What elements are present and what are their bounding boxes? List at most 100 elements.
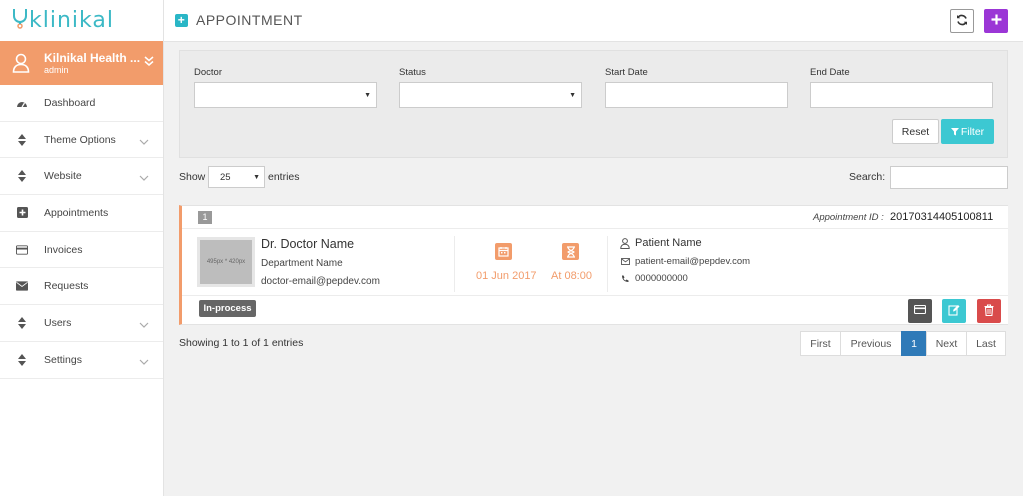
header: + APPOINTMENT bbox=[164, 0, 1023, 42]
page-next-button[interactable]: Next bbox=[926, 331, 967, 356]
sidebar-item-label: Website bbox=[44, 170, 82, 183]
patient-name: Patient Name bbox=[635, 237, 702, 249]
calendar-icon bbox=[495, 243, 512, 260]
appointment-date: 01 Jun 2017 bbox=[476, 270, 537, 282]
appointment-time: At 08:00 bbox=[551, 270, 592, 282]
doctor-label: Doctor bbox=[194, 67, 222, 78]
caret-down-icon: ▼ bbox=[569, 92, 576, 99]
divider bbox=[454, 236, 455, 292]
search-label: Search: bbox=[849, 171, 886, 183]
sort-icon bbox=[16, 170, 28, 183]
user-profile[interactable]: Kilnikal Health ... admin bbox=[0, 41, 163, 85]
envelope-icon bbox=[16, 280, 28, 292]
chevron-double-down-icon[interactable] bbox=[143, 55, 155, 70]
doctor-name: Dr. Doctor Name bbox=[261, 237, 355, 251]
row-index: 1 bbox=[198, 211, 212, 224]
end-date-input[interactable] bbox=[810, 82, 993, 108]
divider bbox=[182, 295, 1008, 296]
filter-button[interactable]: Filter bbox=[941, 119, 994, 144]
user-icon bbox=[620, 237, 630, 249]
profile-role: admin bbox=[44, 64, 69, 75]
sort-icon bbox=[16, 353, 28, 366]
plus-square-icon bbox=[16, 207, 28, 219]
entries-label: entries bbox=[268, 171, 300, 183]
filter-icon bbox=[950, 127, 959, 136]
appointment-id-value: 20170314405100811 bbox=[890, 211, 994, 223]
sidebar-item-users[interactable]: Users bbox=[0, 305, 163, 342]
envelope-icon bbox=[620, 257, 630, 267]
patient-email: patient-email@pepdev.com bbox=[635, 256, 751, 267]
sidebar-item-dashboard[interactable]: Dashboard bbox=[0, 85, 163, 122]
logo[interactable]: klinikal bbox=[0, 0, 163, 41]
doctor-select[interactable]: ▼ bbox=[194, 82, 377, 108]
sidebar-item-website[interactable]: Website bbox=[0, 158, 163, 196]
caret-down-icon: ▼ bbox=[364, 92, 371, 99]
caret-down-icon: ▼ bbox=[253, 174, 260, 181]
divider bbox=[182, 228, 1008, 229]
plus-icon bbox=[991, 12, 1002, 30]
patient-email-row: patient-email@pepdev.com bbox=[620, 256, 750, 267]
pagination: First Previous 1 Next Last bbox=[800, 331, 1006, 356]
department-name: Department Name bbox=[261, 258, 343, 269]
credit-card-icon bbox=[913, 304, 927, 317]
entries-select[interactable]: 25 ▼ bbox=[208, 166, 265, 188]
credit-card-icon bbox=[16, 244, 28, 256]
sidebar-item-invoices[interactable]: Invoices bbox=[0, 232, 163, 269]
start-date-label: Start Date bbox=[605, 67, 648, 78]
status-select[interactable]: ▼ bbox=[399, 82, 582, 108]
edit-icon bbox=[948, 304, 960, 319]
sidebar-item-requests[interactable]: Requests bbox=[0, 268, 163, 306]
dashboard-icon bbox=[16, 97, 28, 109]
page-previous-button[interactable]: Previous bbox=[840, 331, 902, 356]
trash-icon bbox=[984, 303, 994, 319]
patient-name-row: Patient Name bbox=[620, 237, 702, 249]
search-input[interactable] bbox=[890, 166, 1008, 189]
delete-button[interactable] bbox=[977, 299, 1001, 323]
page-first-button[interactable]: First bbox=[800, 331, 841, 356]
page-1-button[interactable]: 1 bbox=[901, 331, 927, 356]
appointment-id-label: Appointment ID : bbox=[813, 212, 884, 223]
invoice-button[interactable] bbox=[908, 299, 932, 323]
stethoscope-icon bbox=[12, 7, 28, 34]
sidebar: klinikal Kilnikal Health ... admin Dashb… bbox=[0, 0, 164, 496]
doctor-email: doctor-email@pepdev.com bbox=[261, 276, 380, 287]
sidebar-item-label: Requests bbox=[44, 280, 89, 293]
chevron-down-icon bbox=[139, 319, 149, 331]
logo-text: klinikal bbox=[29, 8, 114, 33]
add-appointment-button[interactable] bbox=[984, 9, 1008, 33]
refresh-button[interactable] bbox=[950, 9, 974, 33]
sidebar-item-label: Dashboard bbox=[44, 96, 96, 109]
edit-button[interactable] bbox=[942, 299, 966, 323]
filter-panel: Doctor ▼ Status ▼ Start Date End Date Re… bbox=[179, 50, 1008, 158]
sort-icon bbox=[16, 133, 28, 146]
sidebar-item-settings[interactable]: Settings bbox=[0, 342, 163, 379]
chevron-down-icon bbox=[139, 136, 149, 148]
reset-button[interactable]: Reset bbox=[892, 119, 939, 144]
page-last-button[interactable]: Last bbox=[966, 331, 1006, 356]
sidebar-item-label: Settings bbox=[44, 353, 82, 366]
hourglass-icon bbox=[562, 243, 579, 260]
status-label: Status bbox=[399, 67, 426, 78]
show-label: Show bbox=[179, 171, 206, 183]
sidebar-item-label: Invoices bbox=[44, 243, 83, 256]
phone-icon bbox=[620, 274, 630, 284]
chevron-down-icon bbox=[139, 356, 149, 368]
divider bbox=[607, 236, 608, 292]
patient-phone: 0000000000 bbox=[635, 273, 688, 284]
doctor-photo: 495px * 420px bbox=[197, 237, 255, 287]
sidebar-item-theme-options[interactable]: Theme Options bbox=[0, 122, 163, 159]
entries-value: 25 bbox=[220, 172, 231, 183]
chevron-down-icon bbox=[139, 172, 149, 184]
page-title: + APPOINTMENT bbox=[175, 12, 303, 28]
sidebar-item-appointments[interactable]: Appointments bbox=[0, 195, 163, 232]
refresh-icon bbox=[956, 14, 968, 29]
appointment-card: 1 Appointment ID : 20170314405100811 495… bbox=[179, 205, 1008, 325]
sidebar-item-label: Users bbox=[44, 316, 72, 329]
plus-square-icon: + bbox=[175, 13, 188, 27]
status-badge: In-process bbox=[199, 300, 256, 317]
page-title-text: APPOINTMENT bbox=[196, 12, 303, 28]
start-date-input[interactable] bbox=[605, 82, 788, 108]
sidebar-item-label: Theme Options bbox=[44, 133, 116, 146]
patient-phone-row: 0000000000 bbox=[620, 273, 688, 284]
user-icon bbox=[10, 52, 32, 74]
